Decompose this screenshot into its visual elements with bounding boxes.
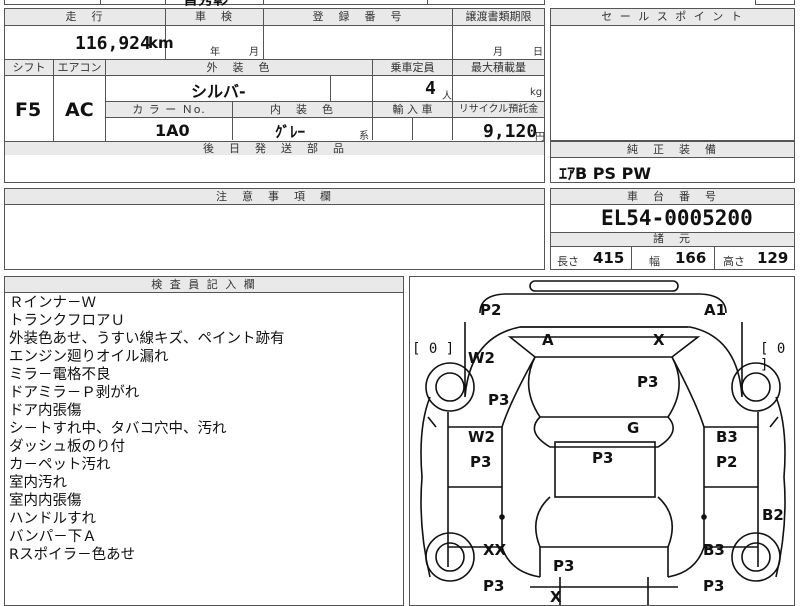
later-parts-header: 後 日 発 送 部 品 [5,142,544,156]
damage-mark: P2 [480,301,502,319]
note-line: Ｒインナ－Ｗ [9,295,96,311]
damage-mark: P3 [483,577,505,595]
damage-mark: P3 [553,557,575,575]
capacity-unit: 人 [442,91,452,102]
capacity-header: 乗車定員 [373,60,452,75]
damage-mark: P3 [488,391,510,409]
genuine-equipment-box: 純 正 装 備 ｴｱB PS PW [550,141,795,183]
damage-mark: X [550,588,562,606]
damage-mark: B2 [762,506,784,524]
mileage-header: 走 行 [5,9,165,25]
inspector-notes-header: 検 査 員 記 入 欄 [5,277,403,292]
sales-point-box: セ ー ル ス ポ イ ン ト [550,8,795,141]
color-no-value: 1A0 [155,121,190,140]
damage-mark: A [542,331,554,349]
recycle-header: リサイクル預託金 [453,102,544,117]
shift-value: F5 [15,99,42,121]
inspection-year-unit: 年 [210,47,220,58]
sales-point-header: セ ー ル ス ポ イ ン ト [551,9,794,25]
import-header: 輸 入 車 [373,102,452,117]
capacity-value: 4 [425,78,436,99]
caution-box: 注 意 事 項 欄 [4,188,545,270]
note-line: Rスポイラ－色あせ [9,547,136,563]
top-strip: 盲秀彰 [4,0,545,8]
damage-mark: P3 [470,453,492,471]
note-line: ダッシュ板のり付 [9,439,125,455]
genuine-equipment-value: ｴｱB PS PW [559,164,651,183]
note-line: 室内汚れ [9,475,67,491]
damage-mark: B3 [716,428,738,446]
mileage-value: 116,924 [75,33,151,54]
registration-header: 登 録 番 号 [264,9,452,25]
damage-mark: G [627,419,640,437]
color-no-header: カ ラ ー Ｎo. [106,102,232,117]
chassis-value: EL54-0005200 [601,206,753,230]
deadline-day-unit: 日 [533,47,543,58]
inspection-header: 車 検 [166,9,263,25]
damage-mark: XX [483,541,507,559]
damage-mark: A1 [704,301,727,319]
note-line: 室内内張傷 [9,493,82,509]
aircon-header: エアコン [54,60,105,75]
note-line: 外装色あせ、うすい線キズ、ペイント跡有 [9,331,285,347]
note-line: ドアミラ－Ｐ剥がれ [9,385,140,401]
left-bracket-count: [ 0 ] [412,341,455,357]
caution-header: 注 意 事 項 欄 [5,189,544,204]
later-parts-field [4,155,545,183]
note-line: ハンドルすれ [9,511,96,527]
damage-mark: X [653,331,665,349]
max-load-header: 最大積載量 [453,60,544,75]
note-line: バンパ－下Ａ [9,529,97,545]
specs-header: 諸 元 [551,233,794,246]
transfer-deadline-header: 譲渡書類期限 [453,9,544,25]
note-line: トランクフロアＵ [9,313,125,329]
damage-mark: P3 [592,449,614,467]
note-line: シ－トすれ中、タバコ穴中、汚れ [9,421,227,437]
exterior-color-value: シルバ- [191,82,246,101]
car-damage-diagram: [ 0 ] [ 0 ] P2 A1 A X W2 P3 P3 G W2 B3 P… [409,276,795,606]
inspection-month-unit: 月 [249,47,259,58]
max-load-unit: kg [530,87,543,98]
interior-color-header: 内 装 色 [233,102,372,117]
inspector-notes-list: Ｒインナ－Ｗ トランクフロアＵ 外装色あせ、うすい線キズ、ペイント跡有 エンジン… [9,294,285,564]
damage-mark: W2 [468,349,495,367]
right-bracket-count: [ 0 ] [760,341,786,373]
shift-header: シフト [5,60,53,75]
genuine-equipment-header: 純 正 装 備 [551,142,794,157]
interior-color-suffix: 系 [359,131,369,142]
mileage-unit: km [148,34,174,52]
damage-mark: W2 [468,428,495,446]
length-value: 415 [593,249,625,267]
deadline-month-unit: 月 [493,47,503,58]
recycle-value: 9,120 [483,121,538,142]
damage-mark: P3 [637,373,659,391]
exterior-color-header: 外 装 色 [106,60,372,75]
vehicle-info-grid: 走 行 車 検 登 録 番 号 譲渡書類期限 116,924 km 年 月 月 … [4,8,545,156]
top-strip-right [755,0,795,5]
damage-mark: P2 [716,453,738,471]
note-line: ミラ－電格不良 [9,367,111,383]
damage-mark: B3 [703,541,725,559]
chassis-header: 車 台 番 号 [551,189,794,204]
note-line: エンジン廻りオイル漏れ [9,349,169,365]
width-label: 幅 [649,255,660,268]
note-line: ドア内張傷 [9,403,82,419]
inspector-notes-box: 検 査 員 記 入 欄 Ｒインナ－Ｗ トランクフロアＵ 外装色あせ、うすい線キズ… [4,276,404,606]
interior-color-value: ｸﾞﾚｰ [275,123,306,141]
chassis-box: 車 台 番 号 EL54-0005200 諸 元 長さ 415 幅 166 高さ… [550,188,795,270]
height-label: 高さ [723,255,745,268]
width-value: 166 [675,249,707,267]
aircon-value: AC [65,99,94,121]
height-value: 129 [757,249,789,267]
length-label: 長さ [557,255,579,268]
note-line: カ－ペット汚れ [9,457,111,473]
damage-mark: P3 [703,577,725,595]
